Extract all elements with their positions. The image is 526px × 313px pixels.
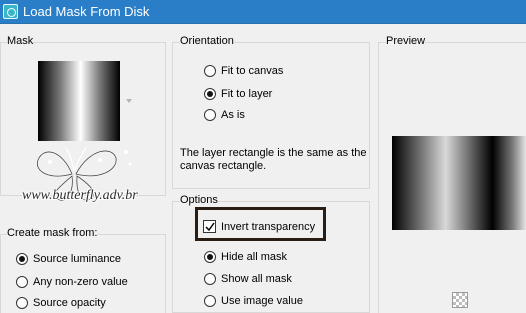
preview-group-label: Preview	[386, 35, 426, 47]
radio-dot-icon[interactable]	[16, 297, 28, 309]
radio-dot-icon[interactable]	[16, 276, 28, 288]
fit-to-layer-label: Fit to layer	[221, 88, 273, 100]
source-luminance-label: Source luminance	[33, 253, 122, 265]
radio-dot-icon[interactable]	[16, 253, 28, 265]
hide-all-mask-radio[interactable]: Hide all mask	[204, 251, 287, 263]
title-bar[interactable]: Load Mask From Disk	[0, 0, 526, 24]
source-opacity-radio[interactable]: Source opacity	[16, 297, 106, 309]
hide-all-mask-label: Hide all mask	[221, 251, 288, 263]
radio-dot-icon[interactable]	[204, 65, 216, 77]
radio-dot-icon[interactable]	[204, 295, 216, 307]
use-image-value-radio[interactable]: Use image value	[204, 295, 303, 307]
fit-to-canvas-label: Fit to canvas	[221, 65, 284, 77]
chevron-down-icon[interactable]	[126, 99, 132, 103]
mask-thumbnail[interactable]	[38, 61, 120, 141]
create-mask-group-label: Create mask from:	[7, 227, 98, 239]
radio-dot-icon[interactable]	[204, 109, 216, 121]
watermark-text: www.butterfly.adv.br	[22, 188, 138, 203]
preview-image	[392, 136, 526, 230]
use-image-value-label: Use image value	[221, 295, 303, 307]
invert-transparency-label: Invert transparency	[221, 220, 316, 233]
orientation-group-label: Orientation	[180, 35, 234, 47]
source-luminance-radio[interactable]: Source luminance	[16, 253, 121, 265]
radio-dot-icon[interactable]	[204, 273, 216, 285]
radio-dot-icon[interactable]	[204, 88, 216, 100]
fit-to-canvas-radio[interactable]: Fit to canvas	[204, 65, 283, 77]
orientation-info-text: The layer rectangle is the same as the c…	[180, 147, 367, 172]
as-is-label: As is	[221, 109, 245, 121]
any-non-zero-value-label: Any non-zero value	[33, 276, 128, 288]
mask-group-label: Mask	[7, 35, 34, 47]
transparency-checker-icon[interactable]	[452, 292, 468, 308]
radio-dot-icon[interactable]	[204, 251, 216, 263]
as-is-radio[interactable]: As is	[204, 109, 245, 121]
checkmark-icon[interactable]	[203, 220, 216, 233]
invert-transparency-checkbox[interactable]: Invert transparency	[203, 220, 315, 233]
show-all-mask-radio[interactable]: Show all mask	[204, 273, 292, 285]
source-opacity-label: Source opacity	[33, 297, 106, 309]
window-title: Load Mask From Disk	[23, 4, 150, 19]
fit-to-layer-radio[interactable]: Fit to layer	[204, 88, 272, 100]
options-group-label: Options	[180, 194, 218, 206]
show-all-mask-label: Show all mask	[221, 273, 292, 285]
any-non-zero-value-radio[interactable]: Any non-zero value	[16, 276, 128, 288]
app-icon	[3, 4, 18, 19]
